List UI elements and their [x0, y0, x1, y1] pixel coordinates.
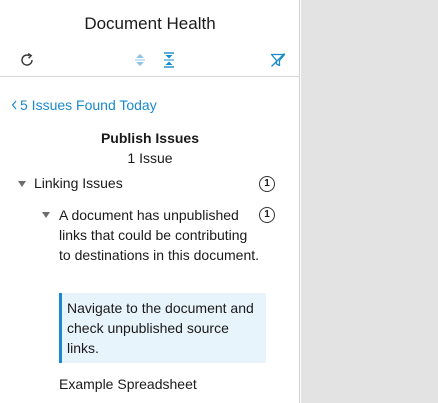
expand-all-icon[interactable] — [130, 50, 150, 70]
toolbar — [0, 44, 300, 77]
content-area — [301, 0, 438, 403]
recommendation-text: Navigate to the document and check unpub… — [67, 300, 254, 356]
issue-description[interactable]: A document has unpublished links that co… — [59, 205, 259, 265]
collapse-all-icon[interactable] — [159, 50, 179, 70]
section-count: 1 Issue — [127, 150, 173, 166]
caret-down-icon — [18, 181, 26, 187]
count-badge: 1 — [259, 176, 275, 192]
tree-group-linking-issues[interactable]: Linking Issues — [18, 175, 123, 191]
back-link[interactable]: 5 Issues Found Today — [10, 97, 157, 113]
document-health-panel: Document Health 5 Issues Found Today Pub… — [0, 0, 300, 403]
tree-group-label: Linking Issues — [34, 175, 123, 191]
refresh-icon[interactable] — [17, 50, 37, 70]
panel-title: Document Health — [84, 14, 216, 33]
app-root: Document Health 5 Issues Found Today Pub… — [0, 0, 438, 403]
chevron-left-icon — [10, 98, 20, 112]
recommendation-callout: Navigate to the document and check unpub… — [59, 293, 266, 363]
back-link-label: 5 Issues Found Today — [20, 97, 157, 113]
tree-issue-toggle[interactable] — [42, 206, 50, 218]
caret-down-icon — [42, 212, 50, 218]
affected-document-link[interactable]: Example Spreadsheet — [59, 376, 197, 392]
section-title: Publish Issues — [100, 130, 200, 146]
clear-filter-icon[interactable] — [268, 50, 288, 70]
count-badge: 1 — [259, 207, 275, 223]
